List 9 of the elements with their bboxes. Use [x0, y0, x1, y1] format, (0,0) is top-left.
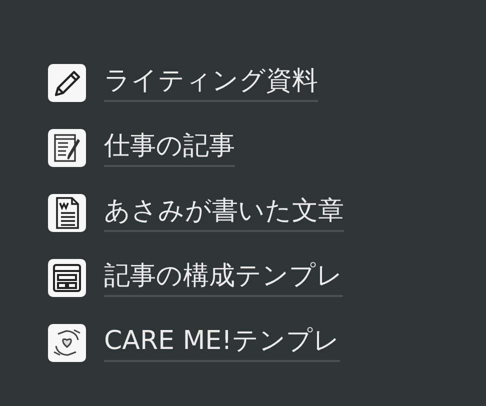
edit-document-icon [48, 128, 86, 166]
document-icon [48, 194, 86, 232]
pencil-icon [48, 64, 86, 102]
page-link[interactable]: 記事の構成テンプレ [104, 258, 343, 296]
page-link[interactable]: ライティング資料 [104, 64, 318, 102]
page-link[interactable]: 仕事の記事 [104, 128, 235, 166]
page-link[interactable]: あさみが書いた文章 [104, 194, 344, 232]
layout-icon [48, 258, 86, 296]
page-link[interactable]: CARE ME!テンプレ [104, 324, 340, 362]
